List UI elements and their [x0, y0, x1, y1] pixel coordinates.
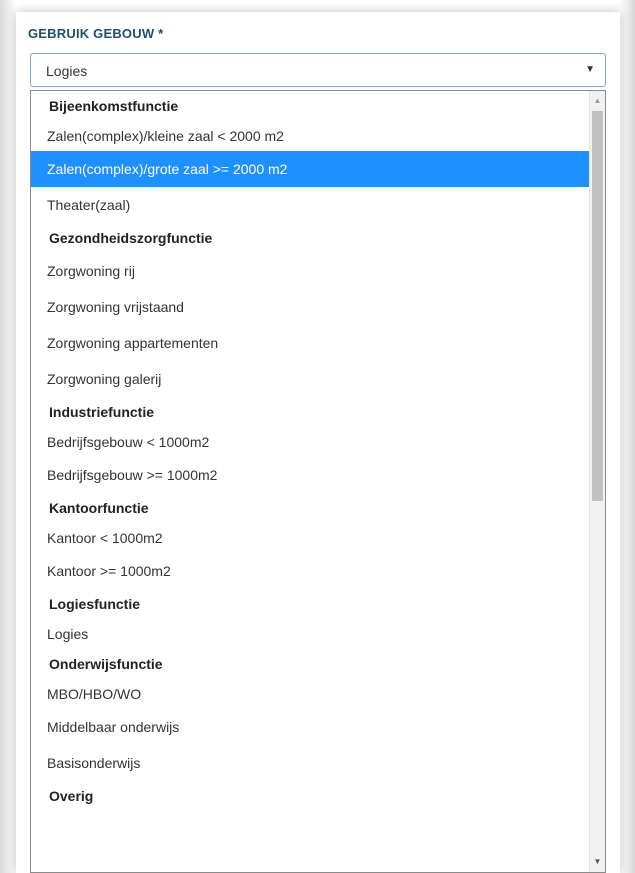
caret-down-icon: ▼	[585, 64, 595, 75]
scroll-up-arrow-icon[interactable]: ▲	[590, 93, 605, 109]
scroll-down-arrow-icon[interactable]: ▼	[590, 854, 605, 870]
dropdown-option[interactable]: Middelbaar onderwijs	[31, 709, 605, 745]
form-panel: GEBRUIK GEBOUW * Logies ▼ Bijeenkomstfun…	[16, 12, 620, 873]
dropdown-option-highlighted[interactable]: Zalen(complex)/grote zaal >= 2000 m2	[31, 151, 605, 187]
dropdown-option[interactable]: Zalen(complex)/kleine zaal < 2000 m2	[31, 121, 605, 151]
dropdown-option[interactable]: Kantoor < 1000m2	[31, 523, 605, 553]
scroll-thumb[interactable]	[592, 111, 603, 501]
dropdown-option[interactable]: Zorgwoning rij	[31, 253, 605, 289]
dropdown-option[interactable]: Theater(zaal)	[31, 187, 605, 223]
optgroup-label: Overig	[49, 788, 94, 804]
dropdown-list[interactable]: Bijeenkomstfunctie Zalen(complex)/kleine…	[30, 90, 606, 873]
select-current-value: Logies	[46, 63, 88, 79]
dropdown-option[interactable]: Zorgwoning appartementen	[31, 325, 605, 361]
optgroup-label: Onderwijsfunctie	[49, 656, 163, 672]
dropdown-option[interactable]: Bedrijfsgebouw < 1000m2	[31, 427, 605, 457]
dropdown-option[interactable]: Bedrijfsgebouw >= 1000m2	[31, 457, 605, 493]
dropdown-option[interactable]: Basisonderwijs	[31, 745, 605, 781]
optgroup-label: Industriefunctie	[49, 404, 155, 420]
dropdown-option[interactable]: Zorgwoning galerij	[31, 361, 605, 397]
dropdown-option[interactable]: Kantoor >= 1000m2	[31, 553, 605, 589]
options-container: Bijeenkomstfunctie Zalen(complex)/kleine…	[31, 91, 605, 811]
field-label: GEBRUIK GEBOUW *	[28, 26, 164, 41]
optgroup-label: Logiesfunctie	[49, 596, 141, 612]
building-use-select[interactable]: Logies ▼	[30, 53, 606, 87]
page: GEBRUIK GEBOUW * Logies ▼ Bijeenkomstfun…	[0, 0, 635, 873]
optgroup-label: Kantoorfunctie	[49, 500, 149, 516]
optgroup-label: Bijeenkomstfunctie	[49, 98, 179, 114]
optgroup-label: Gezondheidszorgfunctie	[49, 230, 213, 246]
dropdown-option[interactable]: Zorgwoning vrijstaand	[31, 289, 605, 325]
dropdown-option[interactable]: Logies	[31, 619, 605, 649]
dropdown-scrollbar[interactable]: ▲ ▼	[589, 91, 605, 872]
dropdown-option[interactable]: MBO/HBO/WO	[31, 679, 605, 709]
